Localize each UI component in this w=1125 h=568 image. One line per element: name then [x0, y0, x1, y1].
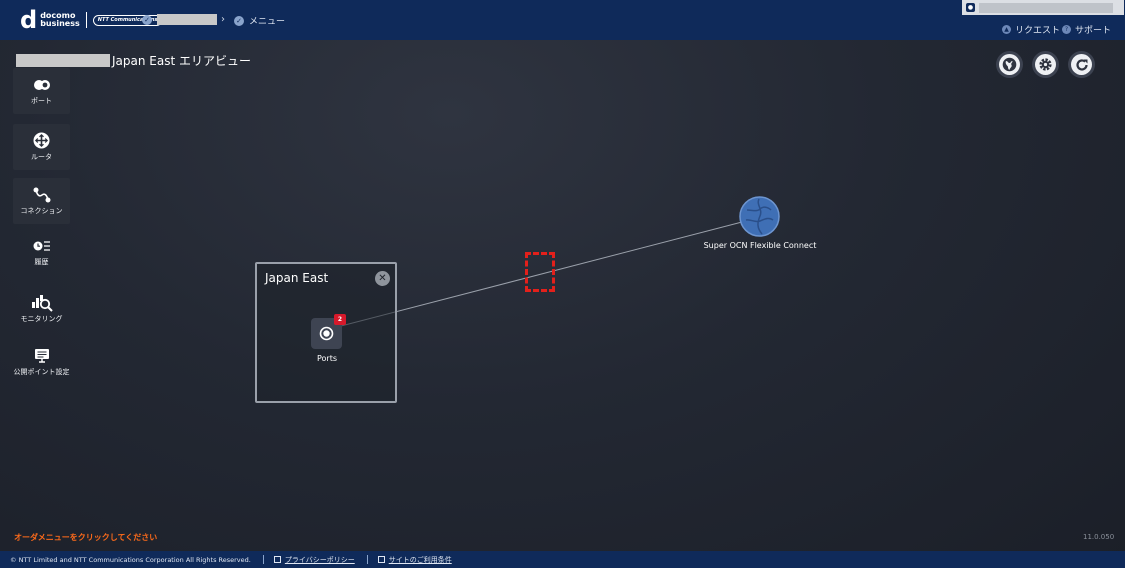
close-icon[interactable]: ✕ [375, 271, 390, 286]
terms-of-use-label: サイトのご利用条件 [388, 555, 452, 564]
footer-divider [262, 555, 264, 564]
ports-label: Ports [316, 354, 338, 363]
drop-target-highlight [525, 252, 555, 292]
privacy-policy-link[interactable]: プライバシーポリシー [273, 555, 355, 565]
copyright-text: © NTT Limited and NTT Communications Cor… [10, 555, 251, 564]
port-radio-icon [319, 326, 334, 341]
ports-count-badge: 2 [334, 314, 346, 325]
network-globe-icon [739, 196, 780, 237]
connection-line [340, 221, 743, 327]
area-title: Japan East [265, 271, 329, 285]
page-footer: © NTT Limited and NTT Communications Cor… [0, 551, 1125, 568]
flexible-connect-label: Super OCN Flexible Connect [703, 241, 817, 250]
external-link-icon [377, 556, 385, 563]
external-link-icon [273, 556, 281, 563]
version-label: 11.0.050 [1083, 533, 1115, 541]
footer-divider [366, 555, 368, 564]
privacy-policy-label: プライバシーポリシー [284, 555, 355, 564]
area-panel-japan-east[interactable]: Japan East ✕ 2 Ports [255, 262, 397, 403]
order-menu-hint: オーダメニューをクリックしてください [14, 533, 158, 542]
flexible-connect-node[interactable] [739, 196, 780, 237]
terms-of-use-link[interactable]: サイトのご利用条件 [377, 555, 452, 565]
